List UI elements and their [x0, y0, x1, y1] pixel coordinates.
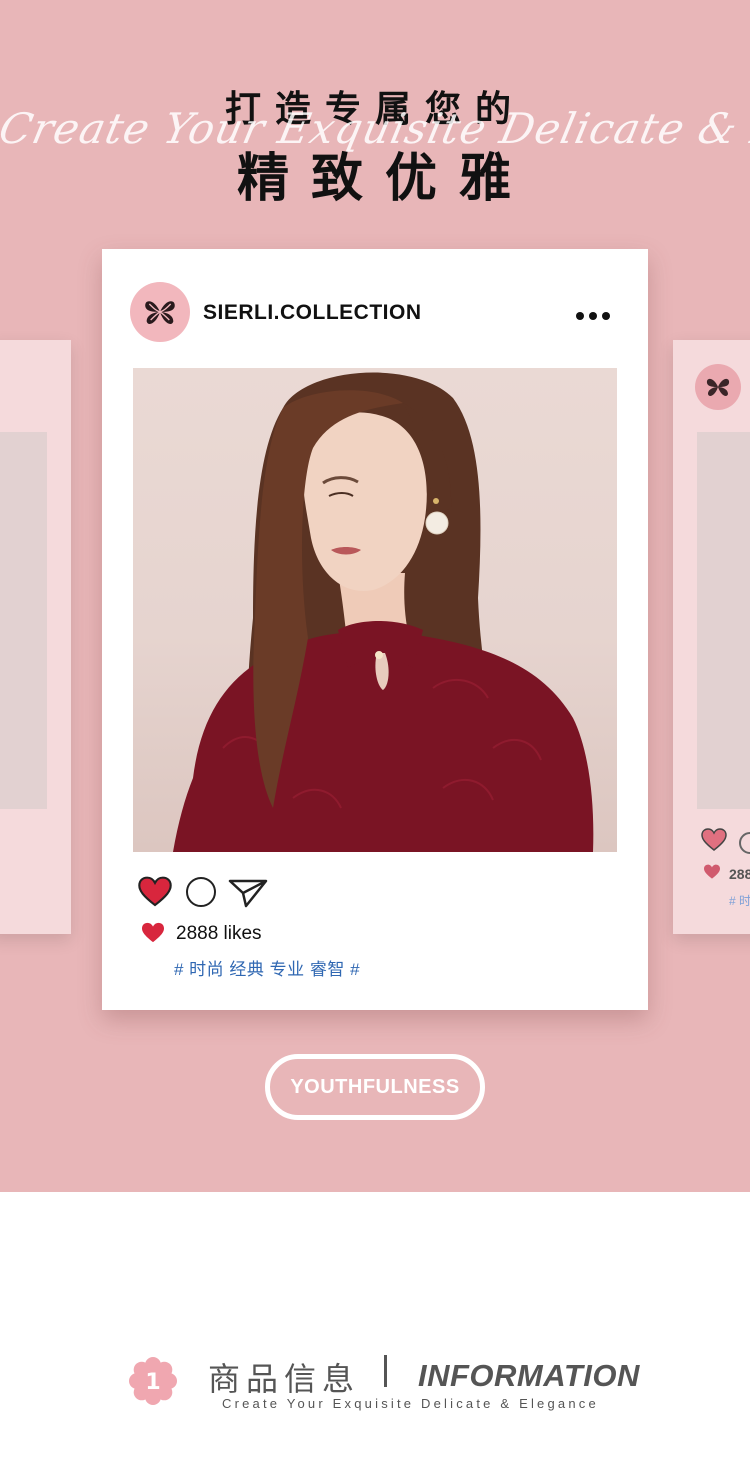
ellipsis-icon[interactable] [576, 307, 616, 320]
side-post-card-left [0, 340, 71, 934]
heart-icon [142, 922, 164, 943]
hashtags[interactable]: # 时尚 经典 专业 睿智 # [174, 955, 360, 980]
section-title-en: INFORMATION [418, 1358, 640, 1393]
post-image [133, 368, 617, 852]
title-divider [384, 1355, 387, 1387]
section-title-cn: 商品信息 [208, 1360, 361, 1398]
side-hashtags: # 时 [729, 894, 750, 908]
youthfulness-badge: YOUTHFULNESS [265, 1054, 485, 1120]
side-post-image [697, 432, 750, 809]
side-post-image [0, 432, 47, 809]
side-post-card-right: 288 # 时 [673, 340, 750, 934]
heart-icon [701, 828, 727, 851]
likes-count[interactable]: 2888 likes [176, 923, 262, 945]
butterfly-monogram-icon [706, 378, 730, 396]
side-likes-count: 288 [729, 866, 750, 882]
brand-avatar-mini [695, 364, 741, 410]
hero-section: 打造专属您的 Create Your Exquisite Delicate & … [0, 0, 750, 1192]
heart-icon [704, 864, 720, 879]
model-illustration [173, 372, 594, 852]
heart-icon[interactable] [138, 876, 172, 908]
comment-circle-icon[interactable] [186, 877, 216, 907]
section-subtitle: Create Your Exquisite Delicate & Eleganc… [222, 1396, 599, 1411]
account-name[interactable]: SIERLI.COLLECTION [203, 301, 422, 325]
comment-circle-icon [739, 832, 750, 854]
info-section-header: 1 商品信息 INFORMATION Create Your Exquisite… [0, 1340, 750, 1420]
flower-number-icon: 1 [129, 1357, 177, 1405]
section-number: 1 [145, 1370, 160, 1395]
brand-avatar[interactable] [130, 282, 190, 342]
butterfly-monogram-icon [145, 301, 175, 324]
paper-plane-icon[interactable] [228, 878, 268, 908]
headline-line-2: 精致优雅 [236, 149, 533, 209]
post-card: SIERLI.COLLECTION 2888 likes # 时尚 经典 专业 … [102, 249, 648, 1010]
